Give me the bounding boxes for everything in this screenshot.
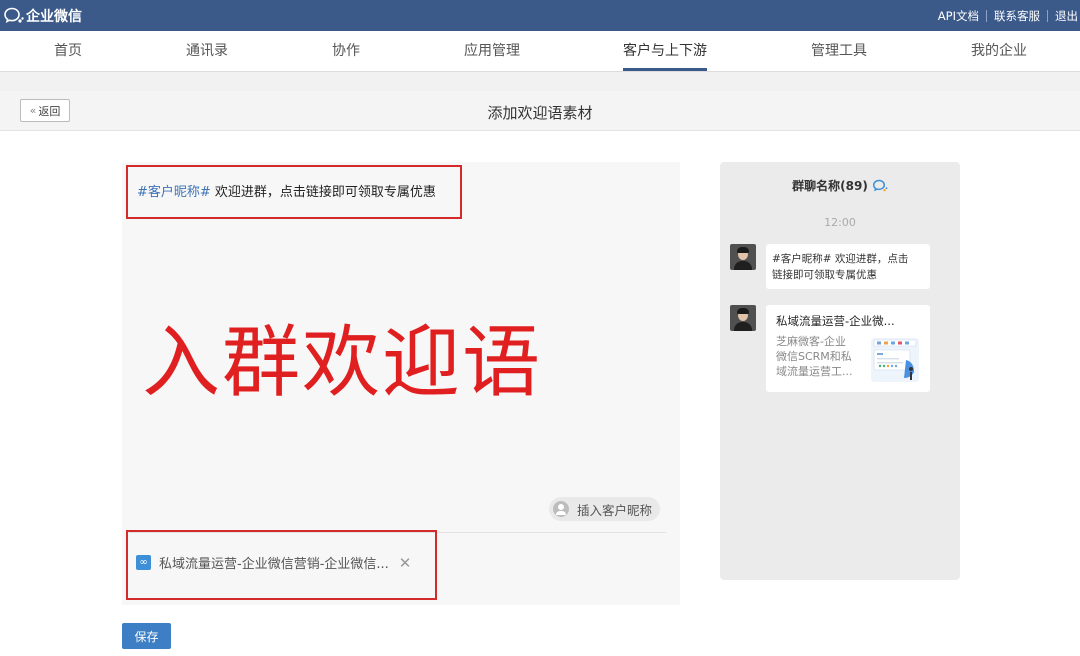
api-docs-link[interactable]: API文档 [938, 8, 979, 24]
insert-nickname-button[interactable]: 插入客户昵称 [549, 497, 661, 521]
nav-app-management[interactable]: 应用管理 [464, 31, 520, 72]
editor-divider [129, 532, 666, 533]
brand-logo[interactable]: 企业微信 [3, 5, 82, 26]
avatar [730, 244, 756, 270]
nav-my-enterprise[interactable]: 我的企业 [971, 31, 1027, 72]
page-title: 添加欢迎语素材 [487, 104, 593, 122]
brand-name: 企业微信 [26, 8, 82, 25]
message-time: 12:00 [824, 216, 856, 229]
person-icon [553, 501, 569, 517]
link-card: 私域流量运营-企业微... 芝麻微客-企业 微信SCRM和私 域流量运营工... [766, 305, 930, 392]
logout-link[interactable]: 退出 [1055, 8, 1078, 24]
nav-customers-partners[interactable]: 客户与上下游 [623, 31, 707, 72]
message-line: 链接即可领取专属优惠 [772, 269, 877, 281]
main-nav: 首页 通讯录 协作 应用管理 客户与上下游 管理工具 我的企业 [0, 31, 1080, 72]
welcome-editor[interactable]: #客户昵称# 欢迎进群，点击链接即可领取专属优惠 入群欢迎语 插入客户昵称 ∞ … [122, 162, 680, 605]
title-bar: « 返回 添加欢迎语素材 [0, 91, 1080, 131]
divider [986, 10, 987, 22]
nav-contacts[interactable]: 通讯录 [186, 31, 228, 72]
link-icon: ∞ [136, 555, 151, 570]
attachment-title: 私域流量运营-企业微信营销-企业微信... [159, 557, 389, 572]
remove-attachment-icon[interactable]: ✕ [399, 554, 412, 572]
link-card-title: 私域流量运营-企业微... [776, 314, 895, 328]
annotation-caption: 入群欢迎语 [142, 318, 543, 408]
top-bar: 企业微信 API文档 联系客服 退出 [0, 0, 1080, 31]
attachment-item[interactable]: ∞ 私域流量运营-企业微信营销-企业微信... ✕ [136, 553, 411, 572]
welcome-message-body: 欢迎进群，点击链接即可领取专属优惠 [210, 185, 436, 200]
nav-management-tools[interactable]: 管理工具 [811, 31, 867, 72]
nav-collaboration[interactable]: 协作 [332, 31, 360, 72]
wecom-logo-icon [4, 7, 24, 23]
top-links: API文档 联系客服 退出 [938, 8, 1078, 24]
nickname-tag: #客户昵称# [137, 185, 211, 200]
save-button[interactable]: 保存 [122, 623, 171, 649]
group-name: 群聊名称(89) [792, 179, 868, 193]
link-card-thumbnail [871, 338, 919, 382]
message-bubble: #客户昵称# 欢迎进群，点击 链接即可领取专属优惠 [766, 244, 930, 289]
nav-home[interactable]: 首页 [54, 31, 82, 72]
welcome-message-text[interactable]: #客户昵称# 欢迎进群，点击链接即可领取专属优惠 [137, 181, 436, 200]
message-line: #客户昵称# 欢迎进群，点击 [772, 253, 909, 265]
link-card-description: 芝麻微客-企业 微信SCRM和私 域流量运营工... [776, 335, 853, 378]
spacer-band [0, 72, 1080, 91]
group-chat-title: 群聊名称(89) [720, 177, 960, 194]
divider [1047, 10, 1048, 22]
insert-nickname-label: 插入客户昵称 [577, 502, 653, 518]
chat-preview: 群聊名称(89) 12:00 #客户昵称# 欢迎进群，点击 链接即可领取专属优惠… [720, 162, 960, 580]
wecom-chat-icon [872, 179, 888, 191]
contact-support-link[interactable]: 联系客服 [994, 8, 1040, 24]
avatar [730, 305, 756, 331]
